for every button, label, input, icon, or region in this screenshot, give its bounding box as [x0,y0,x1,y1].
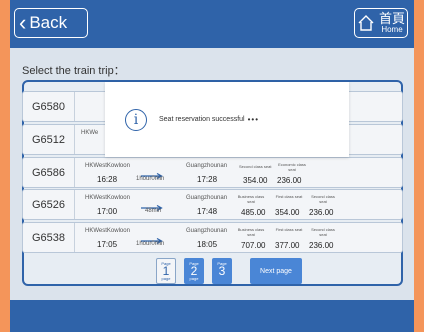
departure-station: HKWe [81,130,99,136]
seat-price: 377.00 [275,241,300,250]
arrival-time: 17:48 [197,207,218,216]
trip-duration: 1hour0min [136,176,165,182]
departure-time: 17:05 [97,240,118,249]
pagination: Page 1 page Page 2 page Page 3 Next page [156,258,302,284]
ticket-screen: ‹ Back 首頁 Home Select the train trip： G6… [10,0,414,332]
home-button[interactable]: 首頁 Home [354,8,408,38]
seat-class-label: Second class seat [311,194,335,204]
info-icon: i [125,108,147,131]
seat-price: 236.00 [309,208,334,217]
select-trip-prompt: Select the train trip： [22,65,125,77]
departure-station: HKWestKowloon [85,228,130,234]
seat-class-label: Business class seat [237,194,265,204]
page-3-button[interactable]: Page 3 [212,258,232,284]
seat-price: 354.00 [275,208,300,217]
seat-class-label: Second class seat [239,164,272,169]
arrival-station: Guangzhounan [186,228,228,234]
page-caption: page [161,276,171,281]
seat-class-label: Second class seat [311,227,335,237]
train-code: G6512 [23,125,75,154]
arrival-time: 18:05 [197,240,218,249]
bottom-bar [10,300,414,332]
departure-station: HKWestKowloon [85,195,130,201]
back-label: Back [29,13,68,32]
chevron-left-icon: ‹ [19,10,27,35]
departure-station: HKWestKowloon [85,163,130,169]
trip-row[interactable]: G6538 HKWestKowloon 17:05 1hour0min Guan… [22,222,403,253]
page-caption: page [189,276,199,281]
page-caption: Page [189,261,199,266]
page-number: 3 [218,264,226,278]
page-caption: Page [161,261,171,266]
home-label-en: Home [381,25,403,34]
home-label-cn: 首頁 [378,11,405,26]
train-code: G6580 [23,92,75,121]
seat-class-label: First class seat [275,227,303,232]
page-1-button[interactable]: Page 1 page [156,258,176,284]
train-code: G6526 [23,190,75,219]
reservation-success-dialog: i Seat reservation successful ••• [105,82,349,157]
arrow-right-icon [141,166,163,180]
loading-dots: ••• [247,115,260,124]
seat-class-label: First class seat [275,194,303,199]
seat-price: 707.00 [241,241,266,250]
dialog-message: Seat reservation successful [159,116,245,123]
page-2-button[interactable]: Page 2 page [184,258,204,284]
trip-row[interactable]: G6586 HKWestKowloon 16:28 1hour0min Guan… [22,157,403,188]
departure-time: 17:00 [97,207,118,216]
seat-class-label: Economic class seat [278,162,306,172]
seat-price: 236.00 [277,176,302,185]
seat-price: 354.00 [243,176,268,185]
train-code: G6538 [23,223,75,252]
trip-duration: 1hour0min [136,241,165,247]
arrival-time: 17:28 [197,175,218,184]
arrival-station: Guangzhounan [186,163,228,169]
arrow-right-icon [141,231,163,245]
departure-time: 16:28 [97,175,118,184]
train-code: G6586 [23,158,75,187]
house-icon [358,15,374,31]
seat-class-label: Business class seat [237,227,265,237]
back-button[interactable]: ‹ Back [14,8,88,38]
trip-duration: 48min [145,208,162,214]
seat-price: 236.00 [309,241,334,250]
trip-row[interactable]: G6526 HKWestKowloon 17:00 48min Guangzho… [22,189,403,220]
arrow-right-icon [141,198,163,212]
top-bar: ‹ Back 首頁 Home [10,0,414,48]
seat-price: 485.00 [241,208,266,217]
next-page-button[interactable]: Next page [250,258,302,284]
arrival-station: Guangzhounan [186,195,228,201]
page-caption: Page [217,261,227,266]
